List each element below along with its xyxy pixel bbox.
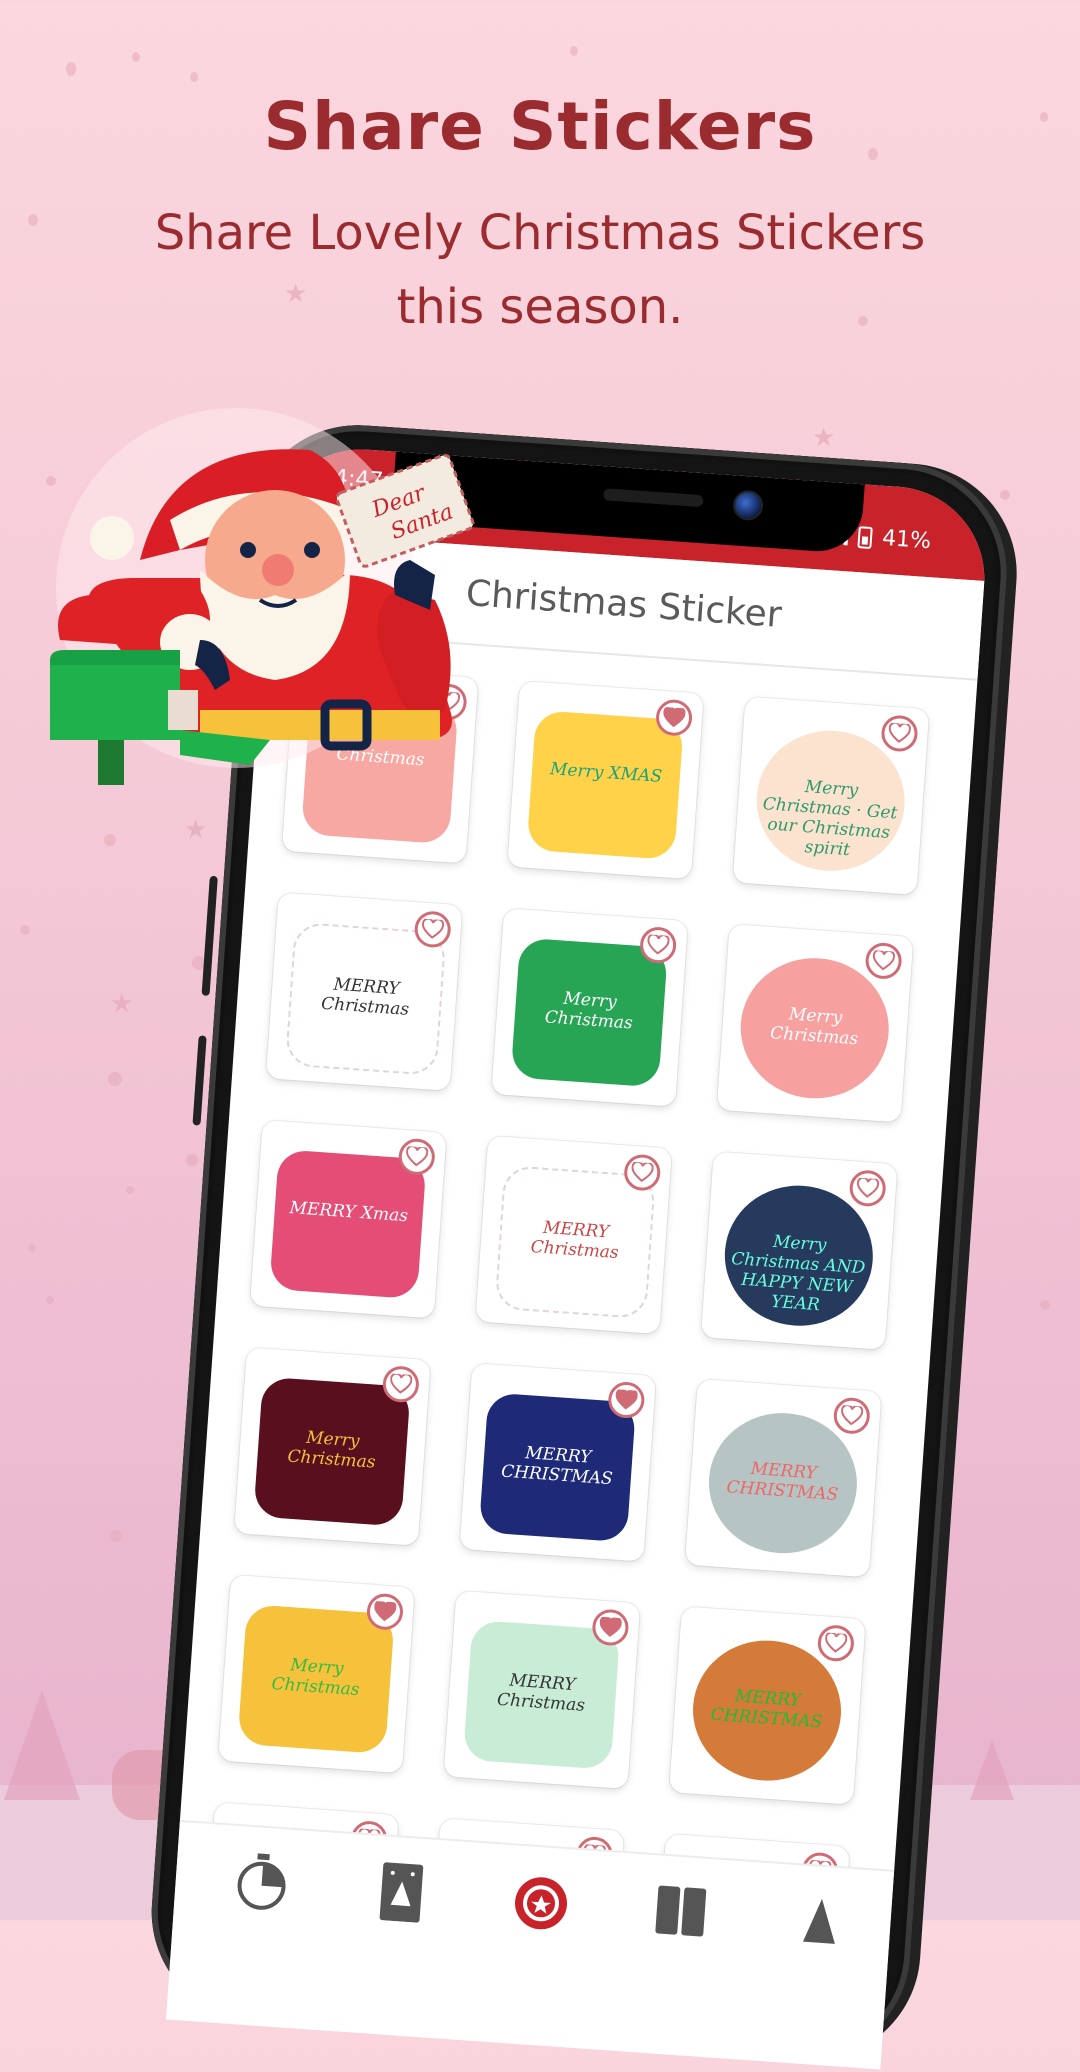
sticker-image: Merry Christmas · Get our Christmas spir… [751, 725, 910, 876]
nav-timer[interactable] [230, 1850, 294, 1914]
more-icon [802, 1898, 835, 1944]
sticker-image: MERRY Xmas [269, 1149, 427, 1300]
sticker-image: MERRY CHRISTMAS [688, 1635, 846, 1786]
snow-dot [20, 925, 30, 935]
sticker-card[interactable]: MERRY Christmas [475, 1135, 672, 1335]
sticker-caption: Merry Christmas · Get our Christmas spir… [762, 777, 898, 861]
sticker-card[interactable]: MERRY CHRISTMAS [459, 1363, 657, 1562]
heart-icon [374, 1600, 397, 1622]
heart-icon [631, 1161, 654, 1182]
tree-decor [970, 1740, 1014, 1800]
nav-cards[interactable] [369, 1860, 433, 1924]
sticker-card[interactable]: MERRY Xmas [250, 1119, 447, 1319]
sticker-caption: MERRY Christmas [496, 1670, 586, 1716]
sticker-card[interactable]: Merry Christmas · Get our Christmas spir… [732, 696, 930, 896]
sticker-image: MERRY Christmas [284, 921, 447, 1076]
heart-icon [647, 934, 670, 955]
nav-stickers[interactable] [509, 1869, 573, 1933]
heart-icon [841, 1405, 864, 1426]
heart-icon [825, 1632, 848, 1653]
snow-dot [46, 1296, 54, 1304]
front-camera [732, 489, 765, 522]
sticker-image: Merry Christmas [510, 937, 668, 1088]
sticker-caption: Merry XMAS [549, 759, 663, 787]
snow-dot [110, 1530, 122, 1542]
promo-subtitle: Share Lovely Christmas Stickers this sea… [0, 196, 1080, 344]
sticker-image: MERRY Christmas [462, 1619, 621, 1770]
favorite-heart-outline[interactable] [880, 714, 919, 753]
sticker-caption: Merry Christmas AND HAPPY NEW YEAR [730, 1231, 866, 1316]
heart-icon [872, 950, 896, 971]
sticker-card[interactable]: Merry XMAS [507, 680, 704, 880]
snow-dot [1040, 1300, 1050, 1310]
heart-icon [663, 706, 686, 728]
sticker-caption: Merry Christmas [544, 988, 634, 1034]
sticker-badge-icon [515, 1877, 568, 1930]
sticker-card[interactable]: MERRY Christmas [443, 1590, 641, 1790]
snow-dot [108, 1072, 122, 1086]
battery-charging-icon [857, 525, 873, 549]
heart-icon [406, 1146, 429, 1167]
star-decor: ★ [110, 988, 134, 1018]
heart-icon [856, 1177, 880, 1198]
sticker-caption: Merry Christmas [270, 1655, 361, 1701]
sticker-card[interactable]: MERRY Christmas [265, 892, 463, 1091]
snow-dot [126, 1186, 134, 1194]
favorite-heart-outline[interactable] [832, 1396, 871, 1436]
snow-dot [186, 1154, 198, 1166]
favorite-heart-outline[interactable] [864, 941, 903, 981]
sticker-image: MERRY CHRISTMAS [704, 1408, 862, 1559]
timer-icon [237, 1853, 286, 1910]
sticker-caption: Merry Christmas [769, 1004, 859, 1050]
sticker-card[interactable]: MERRY CHRISTMAS [685, 1378, 882, 1578]
promo-title: Share Stickers [263, 88, 817, 165]
sticker-caption: MERRY Xmas [288, 1198, 409, 1227]
snow-dot [570, 46, 578, 56]
heart-icon [390, 1373, 413, 1394]
sticker-card[interactable]: Merry Christmas [218, 1574, 415, 1774]
tree-decor [4, 1690, 80, 1800]
promo-subtitle-line2: this season. [396, 279, 684, 335]
favorite-heart-outline[interactable] [848, 1169, 887, 1208]
sticker-card[interactable]: Merry Christmas AND HAPPY NEW YEAR [700, 1151, 898, 1350]
star-decor: ★ [812, 422, 836, 452]
grid-icon [655, 1885, 707, 1937]
sticker-image: MERRY CHRISTMAS [478, 1392, 637, 1543]
nav-grid[interactable] [649, 1879, 713, 1943]
sticker-image: Merry Christmas [736, 953, 894, 1104]
heart-icon [615, 1389, 638, 1410]
sticker-card[interactable]: MERRY CHRISTMAS [669, 1606, 866, 1805]
phone-side-button [201, 875, 218, 996]
snow-dot [104, 834, 116, 846]
heart-icon [599, 1616, 622, 1637]
sticker-image: Merry Christmas AND HAPPY NEW YEAR [720, 1180, 878, 1331]
promo-subtitle-line1: Share Lovely Christmas Stickers [154, 205, 926, 261]
sticker-card[interactable]: Merry Christmas [234, 1347, 431, 1546]
sticker-caption: MERRY CHRISTMAS [725, 1458, 839, 1506]
sticker-caption: Merry Christmas [286, 1427, 377, 1473]
nav-more[interactable] [788, 1889, 852, 1953]
sticker-image: Merry Christmas [237, 1604, 395, 1755]
card-tree-icon [379, 1862, 424, 1923]
battery-percent: 41% [881, 525, 932, 555]
speaker-grille [603, 488, 704, 508]
sticker-card[interactable]: Merry Christmas [491, 908, 688, 1107]
phone-side-button [192, 1035, 207, 1126]
sticker-image: MERRY Christmas [494, 1164, 657, 1320]
snow-dot [190, 72, 198, 82]
heart-icon [422, 918, 445, 939]
sticker-caption: MERRY CHRISTMAS [500, 1443, 614, 1490]
sticker-image: Merry XMAS [526, 710, 684, 861]
snow-dot [28, 1244, 36, 1252]
santa-mailbox-illustration: Dear Santa [50, 449, 475, 785]
favorite-heart-outline[interactable] [816, 1624, 856, 1663]
snow-dot [66, 62, 76, 76]
sticker-caption: MERRY CHRISTMAS [710, 1686, 823, 1733]
sticker-image: Merry Christmas [253, 1376, 411, 1527]
sticker-card[interactable]: Merry Christmas [716, 924, 914, 1123]
sticker-caption: MERRY Christmas [530, 1217, 620, 1264]
heart-icon [888, 722, 911, 743]
snow-dot [132, 52, 140, 62]
sticker-caption: MERRY Christmas [320, 974, 410, 1020]
